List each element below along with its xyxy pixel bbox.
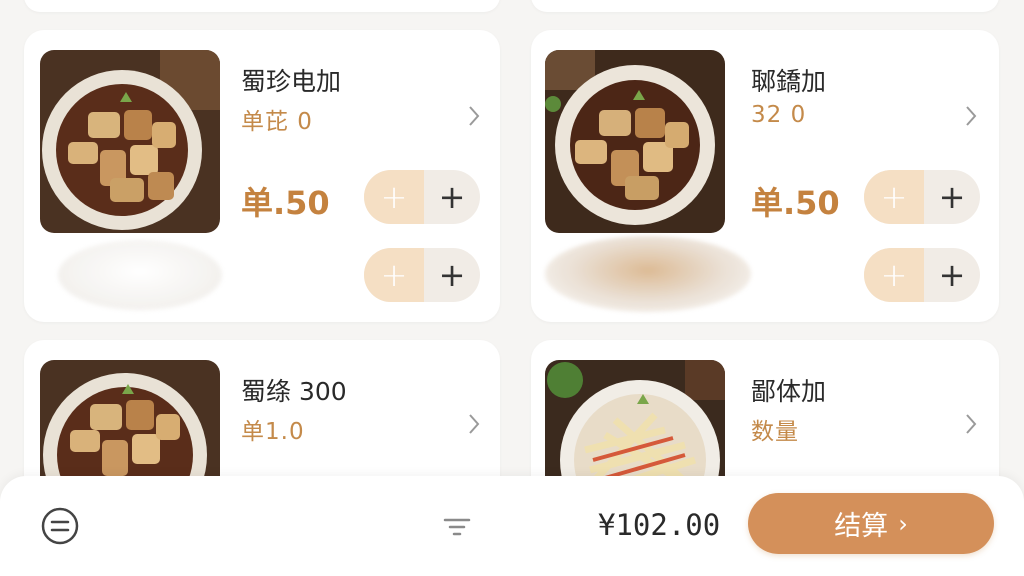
- product-name: 蜀绦 300: [241, 377, 347, 406]
- increment-button[interactable]: +: [924, 170, 980, 224]
- dish-image-ghost: [545, 236, 751, 312]
- quantity-stepper[interactable]: + +: [364, 248, 480, 302]
- product-card-partial: [531, 0, 999, 12]
- product-spec: 单芘 0: [241, 109, 313, 135]
- chevron-right-icon: ›: [898, 509, 908, 538]
- dish-image: [545, 50, 725, 233]
- product-name: 蜀珍电加: [241, 67, 342, 96]
- product-name: 郰鐈加: [751, 67, 827, 96]
- dish-image: [40, 50, 220, 233]
- increment-button[interactable]: +: [924, 248, 980, 302]
- product-name: 鄙体加: [751, 377, 827, 406]
- product-spec: 32 0: [751, 102, 807, 128]
- quantity-stepper[interactable]: + +: [864, 248, 980, 302]
- product-price: 单.50: [751, 184, 840, 222]
- cart-total: ¥102.00: [598, 508, 721, 542]
- increment-button[interactable]: +: [424, 248, 480, 302]
- checkout-button[interactable]: 结算 ›: [748, 493, 994, 554]
- filter-icon[interactable]: [442, 514, 472, 538]
- decrement-button[interactable]: +: [864, 170, 924, 224]
- product-card[interactable]: 郰鐈加 32 0 单.50 + + + +: [531, 30, 999, 322]
- product-spec: 单1.0: [241, 419, 305, 445]
- increment-button[interactable]: +: [424, 170, 480, 224]
- product-price: 单.50: [241, 184, 330, 222]
- chevron-right-icon[interactable]: [964, 104, 978, 128]
- checkout-label: 结算: [834, 511, 889, 542]
- product-card-partial: [24, 0, 500, 12]
- dish-image-ghost: [58, 240, 222, 310]
- chevron-right-icon[interactable]: [467, 104, 481, 128]
- decrement-button[interactable]: +: [364, 170, 424, 224]
- menu-icon[interactable]: [40, 506, 80, 546]
- decrement-button[interactable]: +: [864, 248, 924, 302]
- chevron-right-icon[interactable]: [964, 412, 978, 436]
- product-spec: 数量: [751, 419, 799, 445]
- quantity-stepper[interactable]: + +: [864, 170, 980, 224]
- chevron-right-icon[interactable]: [467, 412, 481, 436]
- product-card[interactable]: 蜀珍电加 单芘 0 单.50 + + + +: [24, 30, 500, 322]
- quantity-stepper[interactable]: + +: [364, 170, 480, 224]
- decrement-button[interactable]: +: [364, 248, 424, 302]
